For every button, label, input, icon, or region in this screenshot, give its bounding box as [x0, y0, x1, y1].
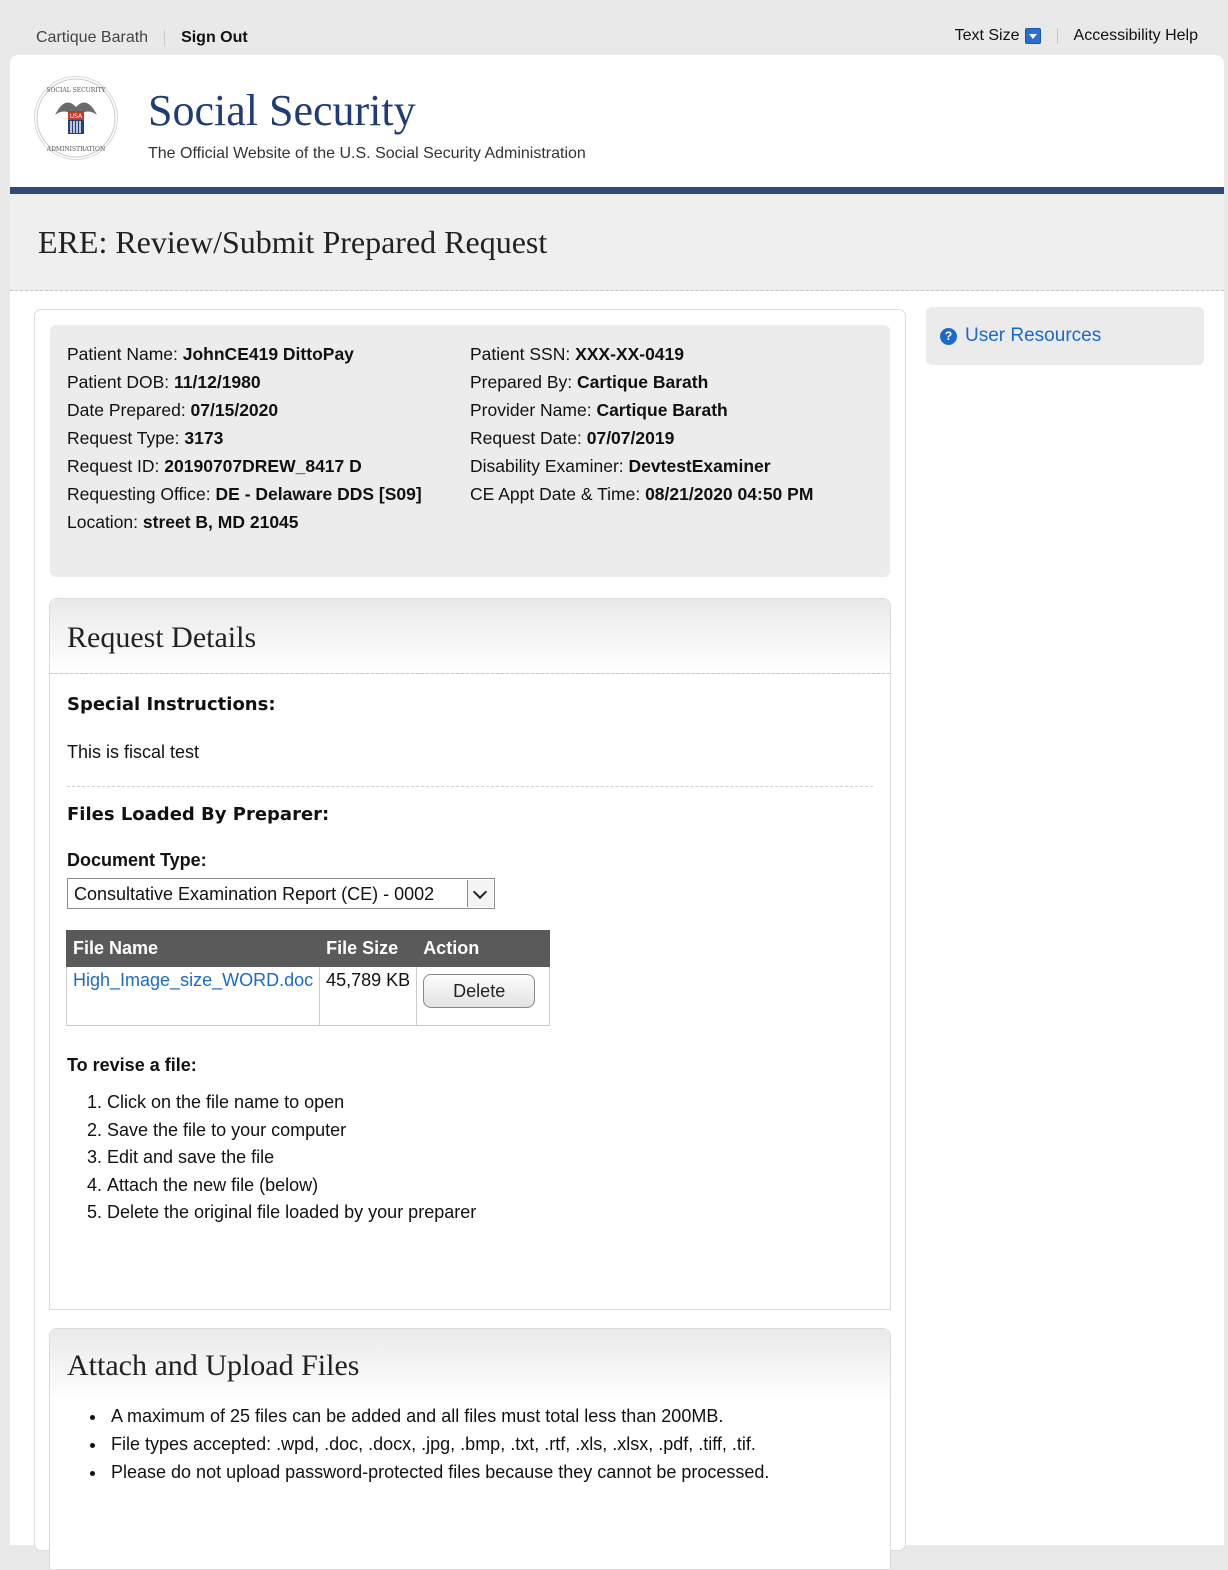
disability-examiner-row: Disability Examiner: DevtestExaminer [470, 456, 771, 476]
attach-upload-section: Attach and Upload Files A maximum of 25 … [49, 1328, 891, 1570]
utility-divider [164, 30, 166, 46]
title-band: ERE: Review/Submit Prepared Request [10, 194, 1224, 291]
upload-rules-list: A maximum of 25 files can be added and a… [67, 1402, 867, 1486]
request-details-title: Request Details [67, 621, 257, 654]
svg-text:USA: USA [70, 113, 83, 120]
user-resources-link[interactable]: ? User Resources [940, 325, 1101, 347]
patient-info-column-left: Patient Name: JohnCE419 DittoPay Patient… [67, 340, 447, 536]
patient-info-box: Patient Name: JohnCE419 DittoPay Patient… [50, 325, 890, 577]
revise-steps-list: Click on the file name to open Save the … [67, 1089, 807, 1227]
table-row: High_Image_size_WORD.doc 45,789 KB Delet… [65, 966, 551, 1026]
accessibility-help-link[interactable]: Accessibility Help [1074, 27, 1198, 45]
file-name-link[interactable]: High_Image_size_WORD.doc [73, 970, 313, 990]
column-header-file-name: File Name [65, 930, 321, 967]
list-item: Save the file to your computer [107, 1117, 807, 1145]
patient-ssn-row: Patient SSN: XXX-XX-0419 [470, 344, 685, 364]
attach-upload-header: Attach and Upload Files [50, 1329, 890, 1403]
special-instructions-heading: Special Instructions: [67, 694, 276, 715]
request-type-row: Request Type: 3173 [67, 428, 224, 448]
utility-right: Text Size Accessibility Help [955, 27, 1198, 45]
svg-text:SOCIAL SECURITY: SOCIAL SECURITY [46, 87, 106, 94]
action-cell: Delete [416, 966, 551, 1026]
text-size-dropdown-icon[interactable] [1024, 28, 1041, 44]
location-row: Location: street B, MD 21045 [67, 512, 299, 532]
list-item: Attach the new file (below) [107, 1172, 807, 1200]
requesting-office-row: Requesting Office: DE - Delaware DDS [S0… [67, 484, 422, 504]
column-header-file-size: File Size [319, 930, 418, 967]
date-prepared-row: Date Prepared: 07/15/2020 [67, 400, 279, 420]
site-title[interactable]: Social Security [148, 85, 416, 136]
list-item: Click on the file name to open [107, 1089, 807, 1117]
sign-out-link[interactable]: Sign Out [181, 29, 248, 47]
page-frame: USA SOCIAL SECURITY ADMINISTRATION Socia… [10, 55, 1224, 1570]
document-type-select[interactable]: Consultative Examination Report (CE) - 0… [67, 878, 495, 909]
help-circle-icon: ? [940, 327, 957, 345]
utility-divider [1056, 28, 1058, 44]
user-resources-box: ? User Resources [926, 307, 1204, 365]
patient-dob-row: Patient DOB: 11/12/1980 [67, 372, 261, 392]
ce-appt-row: CE Appt Date & Time: 08/21/2020 04:50 PM [470, 484, 814, 504]
special-instructions-text: This is fiscal test [67, 742, 200, 762]
request-date-row: Request Date: 07/07/2019 [470, 428, 675, 448]
site-tagline: The Official Website of the U.S. Social … [148, 145, 586, 162]
main-content-panel: Patient Name: JohnCE419 DittoPay Patient… [34, 309, 906, 1570]
provider-name-row: Provider Name: Cartique Barath [470, 400, 728, 420]
list-item: Edit and save the file [107, 1144, 807, 1172]
request-id-row: Request ID: 20190707DREW_8417 D [67, 456, 362, 476]
revise-file-heading: To revise a file: [67, 1055, 197, 1075]
header-divider [10, 187, 1224, 194]
attach-upload-title: Attach and Upload Files [67, 1349, 360, 1382]
column-header-action: Action [416, 930, 551, 967]
list-item: Delete the original file loaded by your … [107, 1199, 807, 1227]
delete-file-button[interactable]: Delete [423, 974, 536, 1008]
files-table-header-row: File Name File Size Action [65, 930, 551, 967]
svg-text:ADMINISTRATION: ADMINISTRATION [46, 146, 105, 153]
user-name: Cartique Barath [36, 29, 149, 46]
chevron-down-icon[interactable] [467, 880, 493, 907]
list-item: Please do not upload password-protected … [107, 1458, 867, 1486]
file-size-cell: 45,789 KB [319, 966, 418, 1026]
request-details-section: Request Details Special Instructions: Th… [49, 598, 891, 1310]
patient-info-column-right: Patient SSN: XXX-XX-0419 Prepared By: Ca… [470, 340, 870, 508]
user-resources-label: User Resources [965, 325, 1102, 346]
site-header: USA SOCIAL SECURITY ADMINISTRATION Socia… [10, 55, 1224, 187]
files-loaded-heading: Files Loaded By Preparer: [67, 804, 330, 825]
file-name-cell: High_Image_size_WORD.doc [65, 966, 321, 1026]
ssa-seal-logo[interactable]: USA SOCIAL SECURITY ADMINISTRATION [34, 76, 118, 160]
prepared-by-row: Prepared By: Cartique Barath [470, 372, 709, 392]
utility-bar: Cartique Barath Sign Out Text Size Acces… [0, 0, 1228, 52]
text-size-label[interactable]: Text Size [955, 27, 1020, 45]
list-item: File types accepted: .wpd, .doc, .docx, … [107, 1430, 867, 1458]
document-type-label: Document Type: [67, 850, 207, 870]
list-item: A maximum of 25 files can be added and a… [107, 1402, 867, 1430]
files-table: File Name File Size Action High_Image_si… [65, 930, 551, 1026]
page-title: ERE: Review/Submit Prepared Request [38, 224, 548, 260]
utility-left: Cartique Barath Sign Out [36, 29, 248, 47]
document-type-selected-value: Consultative Examination Report (CE) - 0… [74, 884, 435, 904]
patient-name-row: Patient Name: JohnCE419 DittoPay [67, 344, 354, 364]
section-divider [67, 786, 873, 787]
request-details-header: Request Details [50, 599, 890, 674]
